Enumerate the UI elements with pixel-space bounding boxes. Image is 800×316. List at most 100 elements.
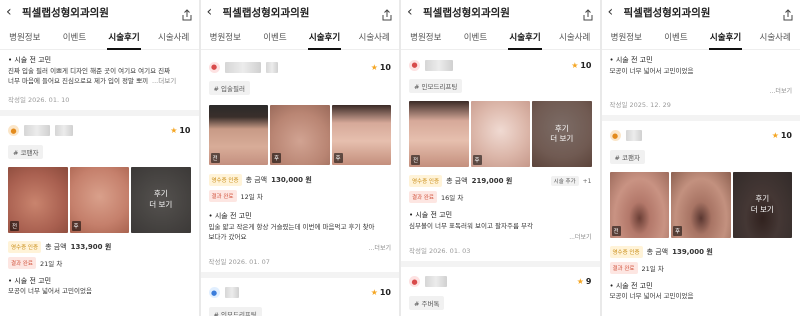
screenshot-strip: ‹ 픽셀랩성형외과의원 병원정보 이벤트 시술후기 시술사례 • 시술 전 고민… — [0, 0, 800, 316]
after-photo[interactable]: 후 — [470, 101, 530, 167]
tab-hospital-info[interactable]: 병원정보 — [401, 24, 451, 49]
review-body: 모공이 너무 넓어서 고민이었음 — [609, 292, 694, 301]
review-card[interactable]: ● ★ 10 # 코팬자 전 후 후기 더 보기 영수증 인증 총 금액 139,0… — [602, 121, 800, 306]
procedure-tag[interactable]: # 주버톡 — [409, 295, 445, 310]
receipt-badge: 영수증 인증 — [409, 175, 443, 187]
share-icon[interactable] — [181, 6, 193, 21]
receipt-badge: 영수증 인증 — [8, 240, 42, 253]
more-photos[interactable]: 후기 더 보기 — [532, 101, 592, 167]
procedure-tag[interactable]: # 코팬자 — [8, 144, 44, 159]
screen-3: ‹ 픽셀랩성형외과의원 병원정보 이벤트 시술후기 시술사례 ● ★ 10 # 인… — [401, 0, 600, 316]
rating: ★ 10 — [771, 131, 792, 141]
more-link[interactable]: ...더보기 — [409, 232, 591, 241]
star-icon: ★ — [576, 277, 584, 287]
review-heading: • 시술 전 고민 — [8, 276, 52, 285]
back-icon[interactable]: ‹ — [6, 5, 18, 19]
app-header: ‹ 픽셀랩성형외과의원 — [602, 0, 800, 24]
tab-bar: 병원정보 이벤트 시술후기 시술사례 — [200, 24, 399, 50]
tab-reviews[interactable]: 시술후기 — [701, 24, 751, 50]
before-photo[interactable]: 전 — [208, 105, 268, 165]
star-icon: ★ — [370, 288, 378, 298]
blurred-username — [24, 125, 50, 137]
photo-row: 전 후 후 — [208, 105, 391, 165]
after-photo[interactable]: 후 — [270, 105, 330, 165]
more-photos[interactable]: 후기 더 보기 — [732, 171, 792, 238]
receipt-badge: 영수증 인증 — [208, 174, 242, 186]
procedure-tag[interactable]: # 인모드리프팅 — [208, 306, 262, 316]
review-date: 작성일 2026. 01. 10 — [8, 95, 70, 104]
tab-hospital-info[interactable]: 병원정보 — [0, 24, 50, 49]
blurred-username — [625, 130, 642, 142]
before-photo[interactable]: 전 — [609, 171, 669, 238]
result-badge: 결과 완료 — [409, 191, 437, 203]
review-heading: • 시술 전 고민 — [609, 56, 653, 64]
more-link[interactable]: ...더보기 — [209, 243, 391, 252]
share-icon[interactable] — [782, 6, 794, 21]
after-photo[interactable]: 후 — [331, 105, 391, 165]
share-icon[interactable] — [381, 6, 393, 21]
result-row: 결과 완료 12일 차 — [208, 189, 392, 203]
tab-reviews[interactable]: 시술후기 — [500, 24, 550, 50]
avatar-icon: ● — [208, 287, 220, 299]
review-body: 너무 마음에 들어요 진심으로요 제가 입이 정말 뽀끼 — [8, 76, 149, 85]
review-card[interactable]: ● ★ 10 # 인모드리프팅 — [201, 278, 400, 316]
tab-bar: 병원정보 이벤트 시술후기 시술사례 — [601, 24, 800, 50]
review-body: 모공이 너무 넓어서 고민이었음 — [8, 287, 92, 296]
review-card[interactable]: ● ★ 10 # 코팬자 전 후 후기 더 보기 영수증 인증 총 금액 133,9… — [0, 116, 199, 301]
before-photo[interactable]: 전 — [8, 166, 68, 233]
photo-row: 전 후 후기 더 보기 — [609, 171, 792, 238]
procedure-tag[interactable]: # 코팬자 — [609, 149, 645, 164]
avatar-icon: ● — [8, 125, 19, 137]
review-card[interactable]: ● ★ 10 # 입술필러 전 후 후 영수증 인증 총 금액 130,000 원 — [201, 50, 400, 272]
review-card-partial[interactable]: • 시술 전 고민 진짜 입술 필러 이쁘게 디자인 해준 곳이 여기요 여기요… — [0, 50, 199, 110]
review-card[interactable]: ● ★ 9 # 주버톡 — [401, 267, 600, 314]
star-icon: ★ — [771, 131, 779, 141]
before-photo[interactable]: 전 — [409, 101, 469, 167]
star-icon: ★ — [170, 126, 178, 136]
tab-cases[interactable]: 시술사례 — [349, 24, 399, 49]
procedure-tag[interactable]: # 입술필러 — [208, 81, 250, 95]
tab-events[interactable]: 이벤트 — [451, 24, 501, 49]
tab-hospital-info[interactable]: 병원정보 — [201, 24, 251, 49]
tab-events[interactable]: 이벤트 — [50, 24, 100, 49]
app-header: ‹ 픽셀랩성형외과의원 — [0, 0, 199, 24]
share-icon[interactable] — [582, 6, 594, 21]
result-badge: 결과 완료 — [8, 256, 36, 269]
back-icon[interactable]: ‹ — [608, 5, 620, 19]
tab-events[interactable]: 이벤트 — [651, 24, 701, 49]
after-photo[interactable]: 후 — [671, 171, 731, 238]
more-link[interactable]: ...더보기 — [610, 86, 792, 95]
more-photos[interactable]: 후기 더 보기 — [131, 166, 191, 233]
review-body: 보다가 갔어요 — [208, 232, 247, 241]
result-days: 21일 차 — [641, 264, 664, 273]
procedure-tag[interactable]: # 인모드리프팅 — [409, 79, 463, 93]
back-icon[interactable]: ‹ — [407, 5, 419, 19]
tab-events[interactable]: 이벤트 — [250, 24, 300, 49]
review-date: 작성일 2025. 12. 29 — [609, 100, 671, 109]
review-card[interactable]: ● ★ 10 # 인모드리프팅 전 후 후기 더 보기 영수증 인증 총 금액 21… — [401, 50, 600, 261]
review-heading: • 시술 전 고민 — [8, 56, 52, 64]
after-photo[interactable]: 후 — [69, 166, 129, 233]
tab-reviews[interactable]: 시술후기 — [99, 24, 149, 50]
result-row: 결과 완료 16일 차 — [409, 190, 592, 204]
tab-cases[interactable]: 시술사례 — [750, 24, 800, 49]
screen-4: ‹ 픽셀랩성형외과의원 병원정보 이벤트 시술후기 시술사례 • 시술 전 고민… — [601, 0, 800, 316]
price-amount: 130,000 원 — [271, 176, 312, 184]
tab-cases[interactable]: 시술사례 — [550, 24, 600, 49]
review-date: 작성일 2026. 01. 07 — [208, 257, 270, 266]
tab-reviews[interactable]: 시술후기 — [300, 24, 350, 50]
review-heading: • 시술 전 고민 — [208, 212, 252, 220]
screen-1: ‹ 픽셀랩성형외과의원 병원정보 이벤트 시술후기 시술사례 • 시술 전 고민… — [0, 0, 199, 316]
review-card-partial[interactable]: • 시술 전 고민 모공이 너무 넓어서 고민이었음 ...더보기 작성일 20… — [602, 50, 800, 115]
price-amount: 219,000 원 — [471, 177, 513, 185]
star-icon: ★ — [370, 62, 378, 72]
extra-count: +1 — [582, 177, 592, 185]
tab-hospital-info[interactable]: 병원정보 — [602, 24, 652, 49]
tab-cases[interactable]: 시술사례 — [149, 24, 199, 49]
more-link[interactable]: ...더보기 — [152, 76, 176, 86]
review-body: 진짜 입술 필러 이쁘게 디자인 해준 곳이 여기요 여기요 진짜 — [8, 66, 171, 75]
price-row: 영수증 인증 총 금액 130,000 원 — [208, 173, 392, 187]
avatar-icon: ● — [409, 59, 420, 71]
back-icon[interactable]: ‹ — [207, 5, 219, 19]
result-row: 결과 완료 21일 차 — [8, 256, 191, 270]
